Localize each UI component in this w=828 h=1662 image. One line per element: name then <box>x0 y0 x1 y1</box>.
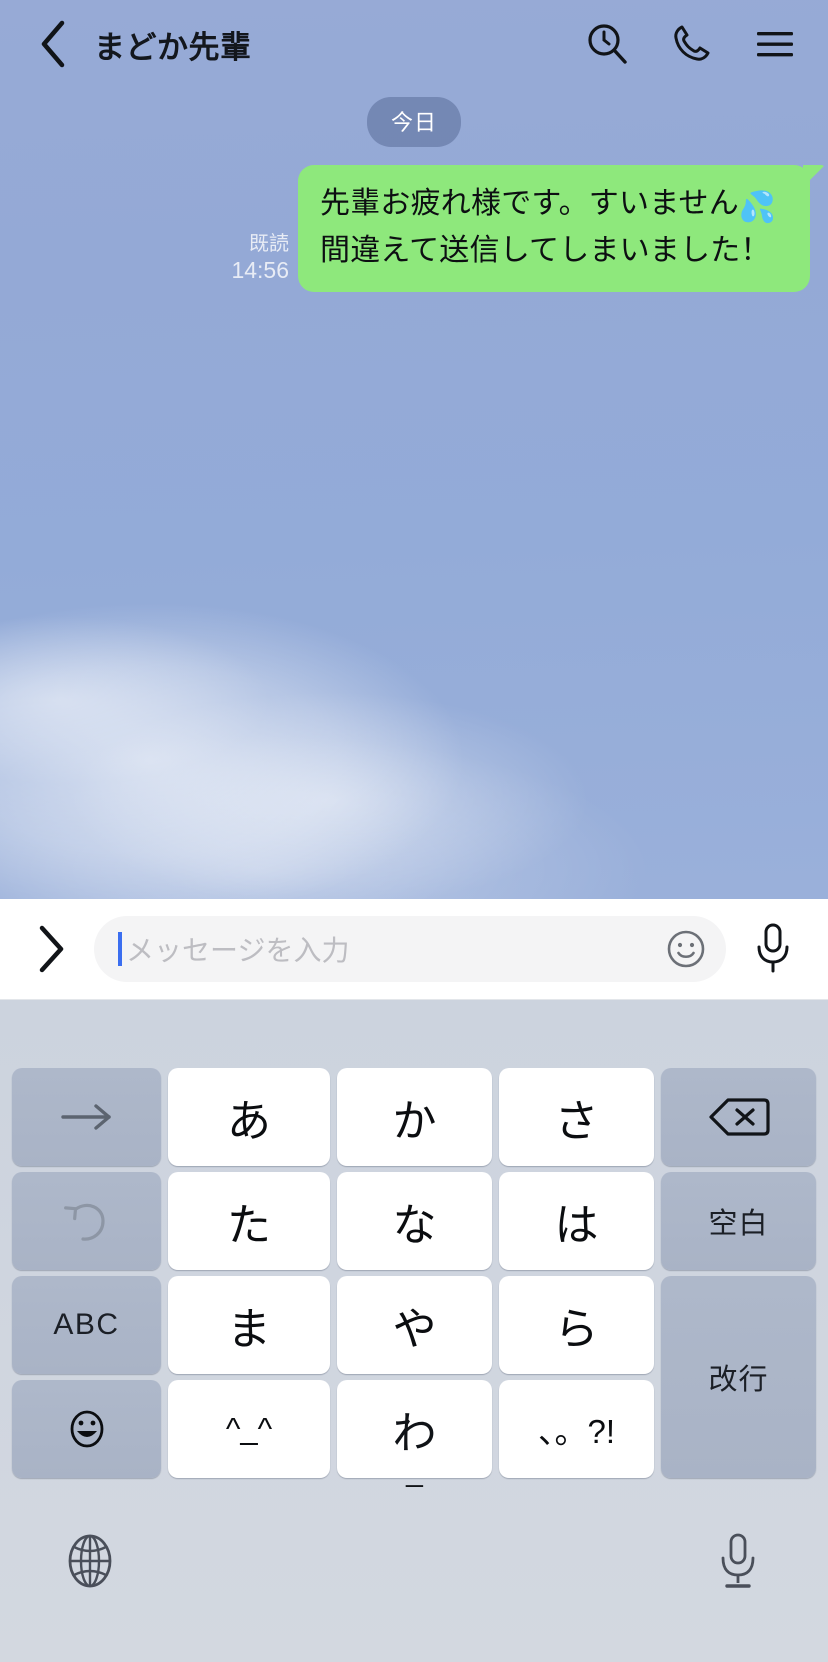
key-label: な <box>392 1201 437 1250</box>
key-label: ^_^ <box>225 1411 273 1446</box>
cursor-right-key[interactable] <box>12 1068 161 1166</box>
key-label: や <box>392 1305 437 1354</box>
key-label: さ <box>554 1097 599 1146</box>
keyboard-bottom-bar <box>0 1478 828 1662</box>
phone-icon <box>674 25 710 61</box>
message-input-placeholder: メッセージを入力 <box>126 935 350 966</box>
date-divider: 今日 <box>366 97 461 147</box>
expand-menu-button[interactable] <box>20 918 82 980</box>
message-bubble[interactable]: 先輩お疲れ様です。すいません💦 間違えて送信してしまいました！ <box>298 165 825 293</box>
key-label: は <box>554 1201 599 1250</box>
menu-button[interactable] <box>752 21 798 67</box>
key-label: ABC <box>53 1308 120 1341</box>
backspace-delete-icon <box>708 1098 770 1136</box>
back-button[interactable] <box>26 14 80 74</box>
undo-arrow-icon <box>63 1203 105 1241</box>
sweat-droplets-emoji: 💦 <box>738 191 777 224</box>
key-ka[interactable]: か <box>337 1068 492 1166</box>
read-receipt: 既読 <box>249 233 289 256</box>
key-wa[interactable]: わ <box>337 1380 492 1478</box>
emoji-picker-button[interactable] <box>662 925 710 973</box>
message-row: 既読 14:56 先輩お疲れ様です。すいません💦 間違えて送信してしまいました！ <box>0 165 828 293</box>
return-key[interactable]: 改行 <box>661 1276 816 1478</box>
key-ma[interactable]: ま <box>168 1276 330 1374</box>
search-button[interactable] <box>584 21 630 67</box>
key-ra[interactable]: ら <box>499 1276 654 1374</box>
key-na[interactable]: な <box>337 1172 492 1270</box>
message-input-field[interactable]: メッセージを入力 <box>94 916 726 982</box>
microphone-dictation-icon <box>721 1533 755 1588</box>
key-sa[interactable]: さ <box>499 1068 654 1166</box>
dictation-button[interactable] <box>706 1529 770 1593</box>
key-label: あ <box>227 1097 271 1146</box>
key-ha[interactable]: は <box>499 1172 654 1270</box>
globe-language-icon <box>68 1534 112 1588</box>
text-cursor <box>118 932 122 966</box>
key-ta[interactable]: た <box>168 1172 330 1270</box>
undo-key[interactable] <box>12 1172 161 1270</box>
japanese-keyboard: あ か さ た な は 空白 ABC ま や ら 改行 ^_^ わ _ 、。?! <box>0 1000 828 1662</box>
header-actions <box>584 21 802 67</box>
keyboard-key-grid: あ か さ た な は 空白 ABC ま や ら 改行 ^_^ わ _ 、。?! <box>0 1068 828 1478</box>
language-switch-button[interactable] <box>58 1529 122 1593</box>
microphone-icon <box>757 923 789 973</box>
chevron-right-icon <box>39 925 64 973</box>
message-input-bar: メッセージを入力 <box>0 899 828 1000</box>
key-label: 改行 <box>708 1364 769 1396</box>
key-label: ま <box>227 1305 271 1354</box>
backspace-key[interactable] <box>661 1068 816 1166</box>
abc-key[interactable]: ABC <box>12 1276 161 1374</box>
date-divider-row: 今日 <box>0 97 828 147</box>
arrow-right-icon <box>60 1104 111 1130</box>
key-label: 、。?! <box>537 1413 616 1450</box>
search-history-icon <box>588 24 627 64</box>
key-a[interactable]: あ <box>168 1068 330 1166</box>
voice-message-button[interactable] <box>740 916 806 982</box>
chat-area: まどか先輩 今日 既読 14:56 先輩お疲れ様です。すいません💦間違えて送信し… <box>0 0 828 899</box>
key-label: 空白 <box>708 1208 769 1240</box>
chevron-left-icon <box>41 20 65 68</box>
kaomoji-key[interactable]: ^_^ <box>168 1380 330 1478</box>
smiley-face-icon <box>667 930 705 968</box>
hamburger-menu-icon <box>757 32 793 57</box>
key-label: ら <box>554 1305 599 1354</box>
space-key[interactable]: 空白 <box>661 1172 816 1270</box>
call-button[interactable] <box>668 21 714 67</box>
message-text-part2: 間違えて送信してしまいました！ <box>320 233 771 267</box>
page-title: まどか先輩 <box>94 29 252 65</box>
key-label: か <box>392 1097 437 1146</box>
key-ya[interactable]: や <box>337 1276 492 1374</box>
message-meta: 既読 14:56 <box>231 233 289 284</box>
message-text-part1: 先輩お疲れ様です。すいません <box>320 187 739 220</box>
message-timestamp: 14:56 <box>231 257 289 284</box>
emoji-key[interactable] <box>12 1380 161 1478</box>
smiley-face-icon <box>70 1410 103 1448</box>
line-chat-screen: まどか先輩 今日 既読 14:56 先輩お疲れ様です。すいません💦間違えて送信し… <box>0 0 828 1662</box>
key-label: た <box>227 1201 271 1250</box>
chat-header: まどか先輩 <box>0 0 828 88</box>
punctuation-key[interactable]: 、。?! <box>499 1380 654 1478</box>
key-label: わ <box>393 1397 437 1461</box>
